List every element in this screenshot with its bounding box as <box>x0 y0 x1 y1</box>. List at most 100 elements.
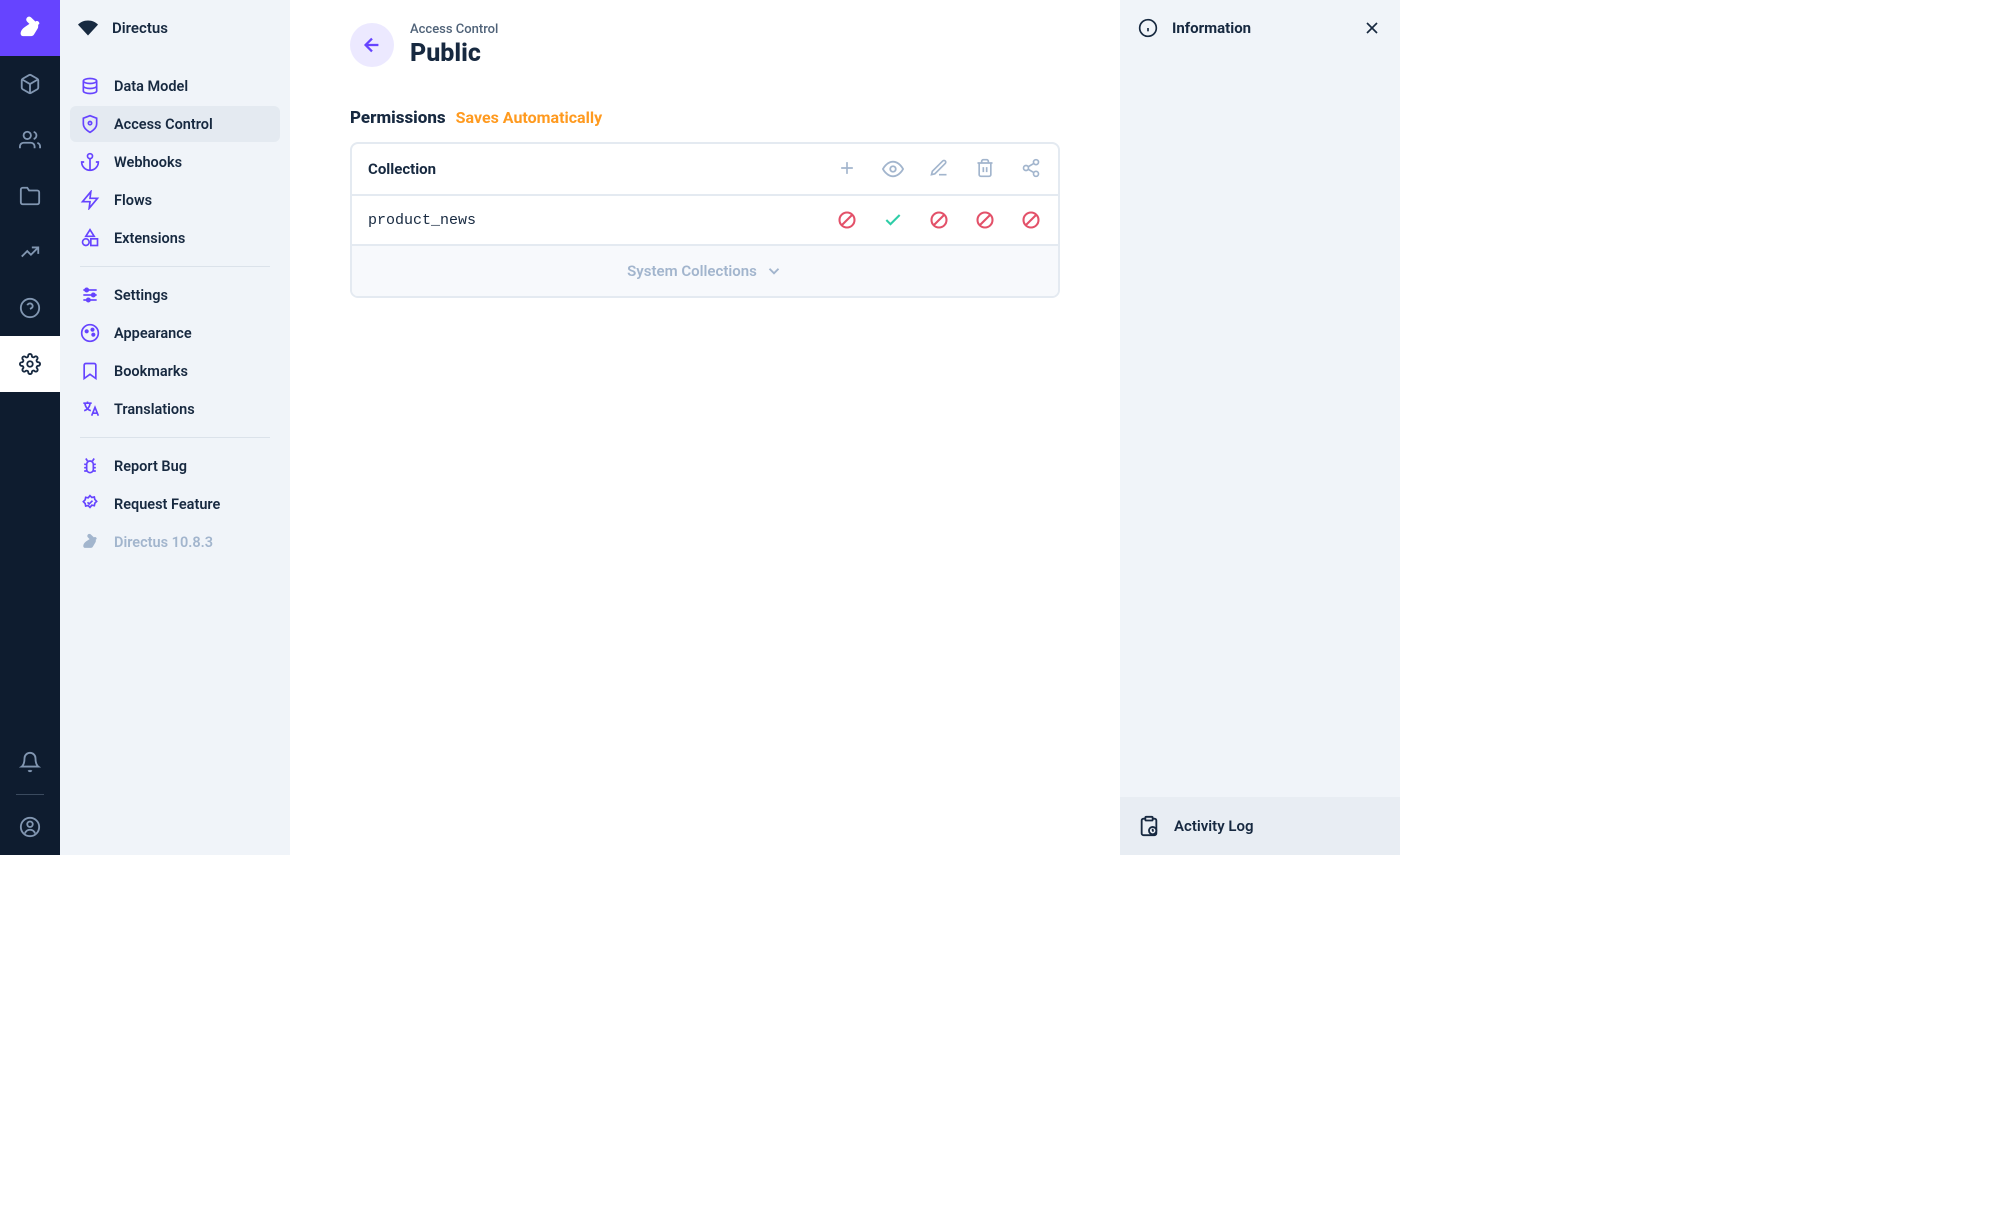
users-icon <box>19 129 41 151</box>
nav-item-access-control[interactable]: Access Control <box>70 106 280 142</box>
nav-divider <box>80 266 270 267</box>
perm-update-toggle[interactable] <box>928 210 950 230</box>
database-icon <box>80 76 100 96</box>
section-title: Permissions <box>350 108 446 128</box>
permission-row[interactable]: product_news <box>352 196 1058 246</box>
collection-name: product_news <box>368 212 836 229</box>
back-button[interactable] <box>350 23 394 67</box>
module-content[interactable] <box>0 56 60 112</box>
gear-icon <box>19 353 41 375</box>
share-column-icon <box>1020 158 1042 180</box>
app-name: Directus <box>112 19 168 37</box>
nav-header[interactable]: Directus <box>60 0 290 56</box>
activity-log-label: Activity Log <box>1174 817 1254 835</box>
nav-label: Extensions <box>114 230 185 247</box>
help-icon <box>19 297 41 319</box>
nav-item-version[interactable]: Directus 10.8.3 <box>70 524 280 560</box>
breadcrumb[interactable]: Access Control <box>410 22 498 37</box>
nav-item-appearance[interactable]: Appearance <box>70 315 280 351</box>
nav-item-translations[interactable]: Translations <box>70 391 280 427</box>
nav-label: Translations <box>114 401 195 418</box>
account-icon <box>19 816 41 838</box>
module-users[interactable] <box>0 112 60 168</box>
activity-log-button[interactable]: Activity Log <box>1120 797 1400 855</box>
shield-icon <box>80 114 100 134</box>
badge-icon <box>80 494 100 514</box>
nav-label: Request Feature <box>114 496 220 513</box>
perm-share-toggle[interactable] <box>1020 210 1042 230</box>
block-icon <box>929 210 949 230</box>
module-insights[interactable] <box>0 224 60 280</box>
nav-label: Directus 10.8.3 <box>114 534 213 551</box>
main-header: Access Control Public <box>290 0 1120 108</box>
box-icon <box>19 73 41 95</box>
module-account[interactable] <box>0 799 60 855</box>
folder-icon <box>19 185 41 207</box>
section-hint: Saves Automatically <box>456 108 603 127</box>
wifi-icon <box>78 18 98 38</box>
info-close-button[interactable] <box>1362 18 1382 38</box>
translate-icon <box>80 399 100 419</box>
nav-item-settings[interactable]: Settings <box>70 277 280 313</box>
read-column-icon <box>882 158 904 180</box>
nav-item-report-bug[interactable]: Report Bug <box>70 448 280 484</box>
nav-item-flows[interactable]: Flows <box>70 182 280 218</box>
page-title: Public <box>410 39 498 68</box>
nav-item-request-feature[interactable]: Request Feature <box>70 486 280 522</box>
close-icon <box>1362 18 1382 38</box>
nav-sidebar: Directus Data Model Access Control Webho… <box>60 0 290 855</box>
perm-read-toggle[interactable] <box>882 210 904 230</box>
module-files[interactable] <box>0 168 60 224</box>
nav-label: Webhooks <box>114 154 182 171</box>
nav-label: Report Bug <box>114 458 187 475</box>
bolt-icon <box>80 190 100 210</box>
nav-item-data-model[interactable]: Data Model <box>70 68 280 104</box>
module-docs[interactable] <box>0 280 60 336</box>
block-icon <box>837 210 857 230</box>
info-sidebar: Information Activity Log <box>1120 0 1400 855</box>
bug-icon <box>80 456 100 476</box>
chevron-down-icon <box>765 262 783 280</box>
check-icon <box>883 210 903 230</box>
update-column-icon <box>928 158 950 180</box>
nav-item-bookmarks[interactable]: Bookmarks <box>70 353 280 389</box>
anchor-icon <box>80 152 100 172</box>
collection-column-header: Collection <box>368 160 836 178</box>
info-header: Information <box>1120 0 1400 56</box>
rabbit-icon <box>80 532 100 552</box>
insights-icon <box>19 241 41 263</box>
module-notifications[interactable] <box>0 734 60 790</box>
info-title: Information <box>1172 19 1251 37</box>
module-divider <box>16 794 44 795</box>
info-icon <box>1138 18 1158 38</box>
nav-label: Settings <box>114 287 168 304</box>
shapes-icon <box>80 228 100 248</box>
system-collections-toggle[interactable]: System Collections <box>352 246 1058 296</box>
app-logo[interactable] <box>0 0 60 56</box>
nav-item-webhooks[interactable]: Webhooks <box>70 144 280 180</box>
bell-icon <box>19 751 41 773</box>
arrow-left-icon <box>361 34 383 56</box>
perm-delete-toggle[interactable] <box>974 210 996 230</box>
bookmark-icon <box>80 361 100 381</box>
nav-divider <box>80 437 270 438</box>
nav-label: Appearance <box>114 325 192 342</box>
permissions-table: Collection product_news <box>350 142 1060 298</box>
palette-icon <box>80 323 100 343</box>
block-icon <box>975 210 995 230</box>
create-column-icon <box>836 158 858 180</box>
nav-label: Flows <box>114 192 152 209</box>
perm-create-toggle[interactable] <box>836 210 858 230</box>
clipboard-clock-icon <box>1138 815 1160 837</box>
nav-label: Data Model <box>114 78 188 95</box>
nav-item-extensions[interactable]: Extensions <box>70 220 280 256</box>
nav-label: Bookmarks <box>114 363 188 380</box>
permissions-header: Collection <box>352 144 1058 196</box>
section-header: Permissions Saves Automatically <box>350 108 1060 128</box>
rabbit-icon <box>16 14 44 42</box>
block-icon <box>1021 210 1041 230</box>
sliders-icon <box>80 285 100 305</box>
module-settings[interactable] <box>0 336 60 392</box>
delete-column-icon <box>974 158 996 180</box>
system-collections-label: System Collections <box>627 262 757 280</box>
